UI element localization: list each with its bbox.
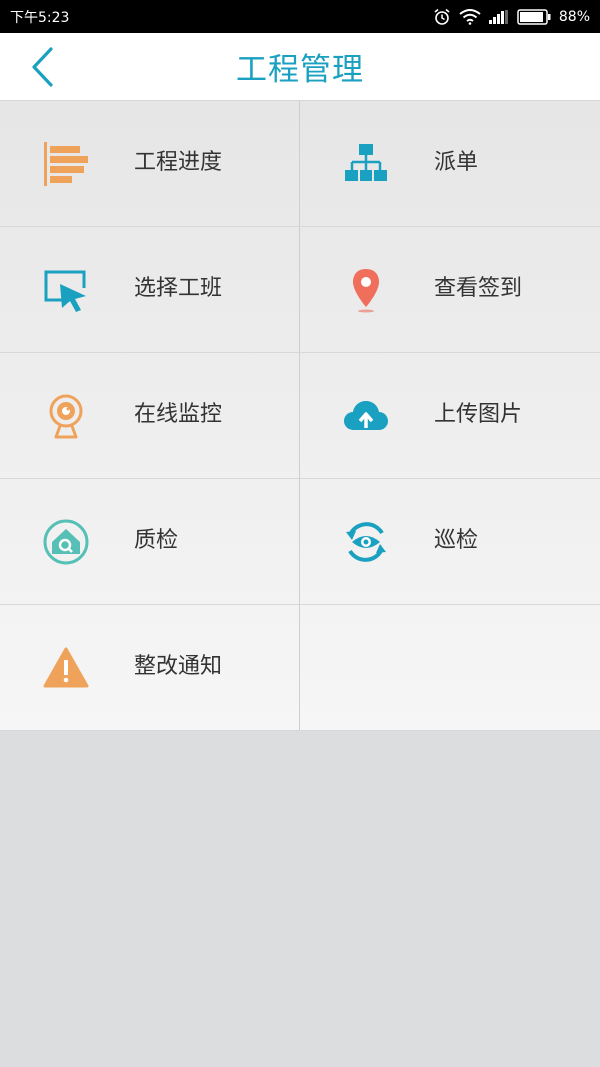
- menu-item-progress[interactable]: 工程进度: [0, 101, 300, 227]
- wifi-icon: [459, 8, 481, 25]
- menu-item-monitor[interactable]: 在线监控: [0, 353, 300, 479]
- menu-item-select-crew[interactable]: 选择工班: [0, 227, 300, 353]
- menu-item-dispatch[interactable]: 派单: [300, 101, 600, 227]
- progress-bars-icon: [42, 140, 90, 188]
- cursor-screen-icon: [42, 266, 90, 314]
- menu-item-upload-photo[interactable]: 上传图片: [300, 353, 600, 479]
- chevron-left-icon: [32, 47, 53, 87]
- menu-item-label: 查看签到: [434, 276, 523, 301]
- org-chart-icon: [342, 140, 390, 188]
- house-search-icon: [42, 518, 90, 566]
- menu-item-label: 在线监控: [134, 402, 223, 427]
- page-title: 工程管理: [236, 52, 364, 88]
- alarm-icon: [434, 8, 450, 25]
- location-pin-icon: [342, 266, 390, 314]
- signal-icon: [488, 9, 508, 24]
- app-header: 工程管理: [0, 33, 600, 101]
- menu-grid: 工程进度 派单 选择工班 查看签到 在线监控 上传图片 质检 巡检 整改通知: [0, 101, 600, 731]
- warning-icon: [42, 644, 90, 692]
- menu-item-label: 巡检: [434, 528, 479, 553]
- status-icons: 88%: [433, 8, 590, 26]
- battery-icon: [517, 8, 551, 25]
- menu-item-label: 选择工班: [134, 276, 223, 301]
- battery-level: 88%: [558, 8, 590, 25]
- menu-item-label: 派单: [434, 150, 479, 175]
- cloud-upload-icon: [342, 392, 390, 440]
- menu-item-inspection[interactable]: 巡检: [300, 479, 600, 605]
- menu-item-label: 工程进度: [134, 150, 223, 175]
- menu-item-label: 上传图片: [434, 402, 523, 427]
- eye-refresh-icon: [342, 518, 390, 566]
- back-button[interactable]: [22, 45, 62, 89]
- menu-item-label: 整改通知: [134, 654, 223, 679]
- status-bar: 下午5:23 88%: [0, 0, 600, 33]
- menu-item-rectification[interactable]: 整改通知: [0, 605, 300, 731]
- menu-item-label: 质检: [134, 528, 179, 553]
- status-time: 下午5:23: [10, 9, 70, 26]
- webcam-icon: [42, 392, 90, 440]
- menu-item-quality-check[interactable]: 质检: [0, 479, 300, 605]
- menu-item-check-in[interactable]: 查看签到: [300, 227, 600, 353]
- empty-cell: [300, 605, 600, 731]
